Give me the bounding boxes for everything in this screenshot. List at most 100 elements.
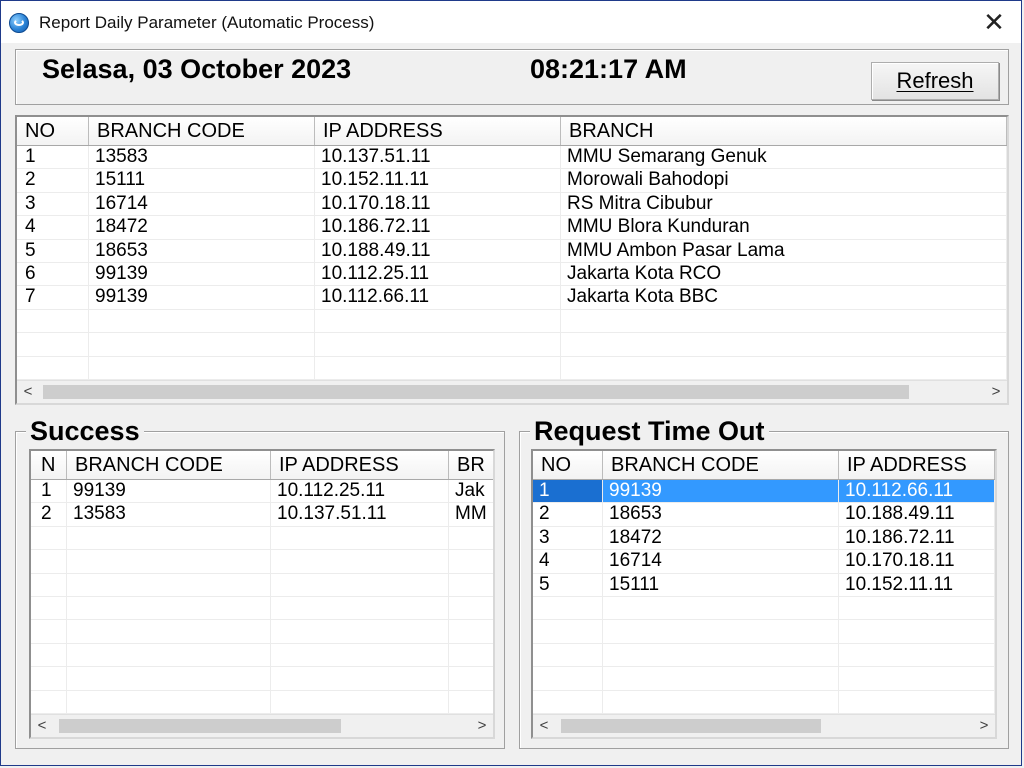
- table-cell: Jakarta Kota BBC: [561, 286, 1007, 309]
- scroll-right-arrow-icon[interactable]: >: [973, 715, 995, 737]
- column-header-branch-code[interactable]: BRANCH CODE: [67, 451, 271, 479]
- table-cell: 2: [533, 503, 603, 526]
- time-label: 08:21:17 AM: [530, 54, 687, 84]
- empty-row[interactable]: [31, 620, 493, 644]
- horizontal-scrollbar[interactable]: < >: [17, 380, 1007, 403]
- table-cell: 10.186.72.11: [839, 526, 995, 550]
- column-header-branch-code[interactable]: BRANCH CODE: [89, 117, 315, 145]
- success-grid-header: N BRANCH CODE IP ADDRESS BR: [31, 451, 493, 480]
- table-cell: MMU Ambon Pasar Lama: [561, 239, 1007, 262]
- empty-row[interactable]: [31, 643, 493, 668]
- table-row[interactable]: 2 18653 10.188.49.11: [533, 503, 995, 527]
- empty-row[interactable]: [31, 596, 493, 621]
- table-cell: [31, 643, 67, 667]
- table-cell: 2: [31, 503, 67, 526]
- empty-row[interactable]: [31, 573, 493, 597]
- timeout-grid[interactable]: NO BRANCH CODE IP ADDRESS 1 99139 10.112.6…: [531, 449, 997, 739]
- table-cell: 10.112.66.11: [315, 286, 561, 309]
- table-cell: 10.170.18.11: [839, 550, 995, 573]
- scroll-right-arrow-icon[interactable]: >: [471, 715, 493, 737]
- refresh-button[interactable]: Refresh: [871, 62, 999, 100]
- empty-row[interactable]: [17, 333, 1007, 357]
- header-panel: Selasa, 03 October 2023 08:21:17 AM Refr…: [15, 49, 1009, 105]
- column-header-ip-address[interactable]: IP ADDRESS: [839, 451, 995, 479]
- column-header-no[interactable]: N: [31, 451, 67, 479]
- table-cell: [561, 309, 1007, 333]
- table-cell: [839, 620, 995, 643]
- empty-row[interactable]: [533, 667, 995, 691]
- empty-row[interactable]: [17, 309, 1007, 334]
- table-row[interactable]: 5 18653 10.188.49.11 MMU Ambon Pasar Lama: [17, 239, 1007, 263]
- table-cell: 10.137.51.11: [315, 146, 561, 169]
- column-header-ip-address[interactable]: IP ADDRESS: [315, 117, 561, 145]
- table-row[interactable]: 7 99139 10.112.66.11 Jakarta Kota BBC: [17, 286, 1007, 310]
- table-row[interactable]: 6 99139 10.112.25.11 Jakarta Kota RCO: [17, 262, 1007, 287]
- table-row[interactable]: 1 99139 10.112.66.11: [533, 480, 995, 504]
- scroll-left-arrow-icon[interactable]: <: [17, 381, 39, 403]
- table-row[interactable]: 5 15111 10.152.11.11: [533, 573, 995, 597]
- scroll-left-arrow-icon[interactable]: <: [31, 715, 53, 737]
- column-header-branch[interactable]: BRANCH: [561, 117, 1007, 145]
- close-button[interactable]: ✕: [981, 9, 1007, 35]
- empty-row[interactable]: [533, 690, 995, 714]
- table-row[interactable]: 1 13583 10.137.51.11 MMU Semarang Genuk: [17, 146, 1007, 170]
- title-bar[interactable]: Report Daily Parameter (Automatic Proces…: [1, 1, 1021, 43]
- empty-row[interactable]: [533, 643, 995, 668]
- branch-grid[interactable]: NO BRANCH CODE IP ADDRESS BRANCH 1 13583 1…: [15, 115, 1009, 405]
- empty-row[interactable]: [31, 550, 493, 574]
- table-row[interactable]: 3 16714 10.170.18.11 RS Mitra Cibubur: [17, 192, 1007, 217]
- table-row[interactable]: 2 13583 10.137.51.11 MM: [31, 503, 493, 527]
- scrollbar-thumb[interactable]: [561, 719, 821, 733]
- column-header-no[interactable]: NO: [533, 451, 603, 479]
- table-cell: [31, 690, 67, 713]
- table-cell: [533, 690, 603, 713]
- table-cell: [67, 596, 271, 620]
- table-cell: [603, 643, 839, 667]
- empty-row[interactable]: [17, 356, 1007, 380]
- column-header-branch-code[interactable]: BRANCH CODE: [603, 451, 839, 479]
- scroll-right-arrow-icon[interactable]: >: [985, 381, 1007, 403]
- table-row[interactable]: 1 99139 10.112.25.11 Jak: [31, 480, 493, 504]
- empty-row[interactable]: [31, 526, 493, 551]
- table-cell: [315, 333, 561, 356]
- table-row[interactable]: 4 16714 10.170.18.11: [533, 550, 995, 574]
- horizontal-scrollbar[interactable]: < >: [31, 714, 493, 737]
- table-cell: [67, 550, 271, 573]
- table-cell: [839, 667, 995, 690]
- table-cell: 99139: [67, 480, 271, 503]
- table-cell: 10.152.11.11: [315, 169, 561, 192]
- column-header-branch[interactable]: BR: [449, 451, 493, 479]
- table-cell: [449, 597, 493, 619]
- empty-row[interactable]: [533, 596, 995, 621]
- scrollbar-thumb[interactable]: [43, 385, 909, 399]
- table-cell: [839, 643, 995, 667]
- column-header-ip-address[interactable]: IP ADDRESS: [271, 451, 449, 479]
- table-cell: [533, 667, 603, 690]
- table-cell: [17, 333, 89, 356]
- table-cell: 2: [17, 169, 89, 192]
- table-cell: [31, 596, 67, 620]
- empty-row[interactable]: [31, 667, 493, 691]
- timeout-grid-header: NO BRANCH CODE IP ADDRESS: [533, 451, 995, 480]
- scrollbar-thumb[interactable]: [59, 719, 341, 733]
- scroll-left-arrow-icon[interactable]: <: [533, 715, 555, 737]
- table-cell: [31, 620, 67, 643]
- table-cell: 13583: [89, 146, 315, 169]
- table-cell: 10.112.25.11: [315, 262, 561, 286]
- success-grid[interactable]: N BRANCH CODE IP ADDRESS BR 1 99139 10.112…: [29, 449, 495, 739]
- table-row[interactable]: 4 18472 10.186.72.11 MMU Blora Kunduran: [17, 216, 1007, 240]
- app-icon: [9, 13, 29, 33]
- horizontal-scrollbar[interactable]: < >: [533, 714, 995, 737]
- column-header-no[interactable]: NO: [17, 117, 89, 145]
- table-cell: [89, 309, 315, 333]
- table-cell: 16714: [603, 550, 839, 573]
- empty-row[interactable]: [533, 620, 995, 644]
- table-cell: [449, 574, 493, 596]
- table-cell: MMU Blora Kunduran: [561, 216, 1007, 239]
- table-cell: MMU Semarang Genuk: [561, 146, 1007, 169]
- table-cell: 7: [17, 286, 89, 309]
- table-row[interactable]: 2 15111 10.152.11.11 Morowali Bahodopi: [17, 169, 1007, 193]
- table-cell: [271, 596, 449, 620]
- table-row[interactable]: 3 18472 10.186.72.11: [533, 526, 995, 551]
- empty-row[interactable]: [31, 690, 493, 714]
